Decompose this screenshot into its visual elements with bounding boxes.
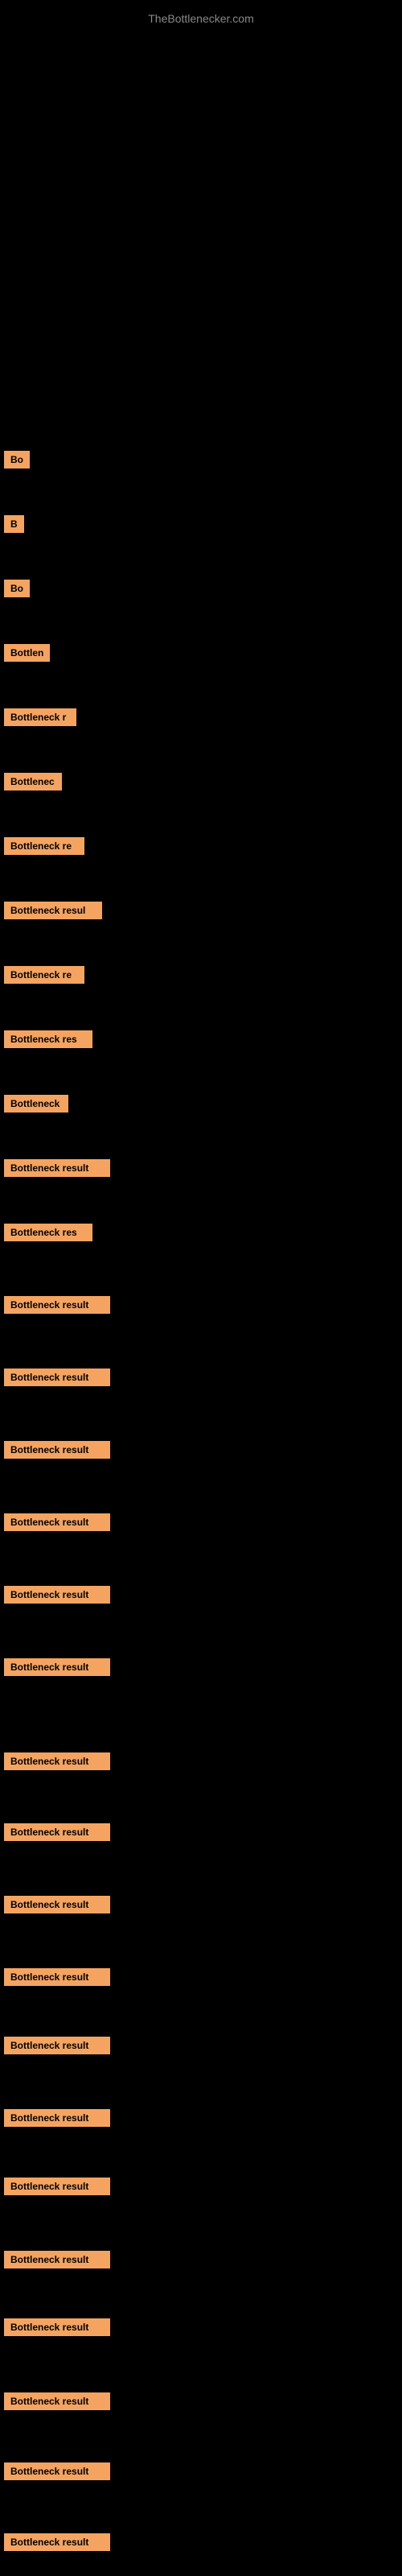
bottleneck-result-item: Bottleneck result <box>4 1968 110 1986</box>
bottleneck-result-item: B <box>4 515 24 533</box>
bottleneck-result-item: Bottleneck result <box>4 1658 110 1676</box>
bottleneck-result-item: Bo <box>4 580 30 597</box>
bottleneck-result-item: Bottlen <box>4 644 50 662</box>
bottleneck-result-item: Bottleneck result <box>4 1441 110 1459</box>
bottleneck-result-item: Bottleneck result <box>4 2109 110 2127</box>
bottleneck-result-item: Bottleneck result <box>4 1513 110 1531</box>
bottleneck-result-item: Bottleneck result <box>4 2037 110 2054</box>
bottleneck-result-item: Bottleneck result <box>4 2251 110 2268</box>
bottleneck-result-item: Bottleneck result <box>4 2462 110 2480</box>
bottleneck-result-item: Bottleneck <box>4 1095 68 1113</box>
bottleneck-result-item: Bottleneck result <box>4 2533 110 2551</box>
bottleneck-result-item: Bottleneck r <box>4 708 76 726</box>
bottleneck-result-item: Bottleneck res <box>4 1224 92 1241</box>
bottleneck-result-item: Bottleneck resul <box>4 902 102 919</box>
bottleneck-result-item: Bottlenec <box>4 773 62 791</box>
bottleneck-result-item: Bottleneck result <box>4 1752 110 1770</box>
bottleneck-result-item: Bottleneck result <box>4 2318 110 2336</box>
bottleneck-result-item: Bottleneck res <box>4 1030 92 1048</box>
bottleneck-result-item: Bottleneck result <box>4 2178 110 2195</box>
bottleneck-result-item: Bottleneck re <box>4 837 84 855</box>
bottleneck-result-item: Bottleneck result <box>4 1296 110 1314</box>
bottleneck-result-item: Bottleneck result <box>4 1823 110 1841</box>
bottleneck-result-item: Bo <box>4 451 30 469</box>
bottleneck-result-item: Bottleneck re <box>4 966 84 984</box>
bottleneck-result-item: Bottleneck result <box>4 1159 110 1177</box>
bottleneck-result-item: Bottleneck result <box>4 1896 110 1913</box>
bottleneck-result-item: Bottleneck result <box>4 1586 110 1604</box>
bottleneck-result-item: Bottleneck result <box>4 1368 110 1386</box>
site-title: TheBottlenecker.com <box>0 4 402 29</box>
bottleneck-result-item: Bottleneck result <box>4 2392 110 2410</box>
